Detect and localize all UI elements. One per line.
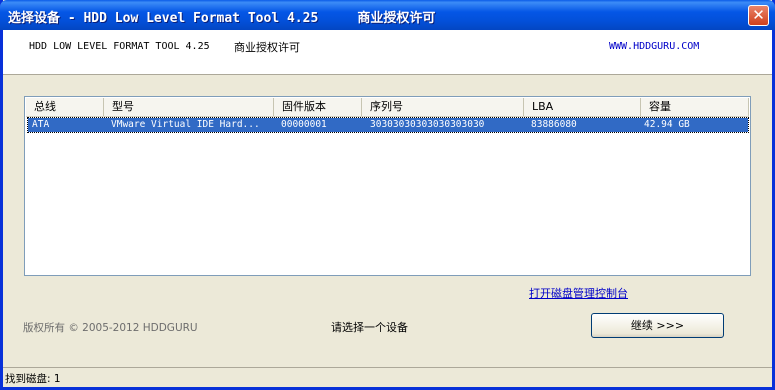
cell-model: VMware Virtual IDE Hard...	[111, 119, 260, 130]
cell-capacity: 42.94 GB	[644, 119, 690, 130]
column-header-firmware[interactable]: 固件版本	[274, 98, 362, 116]
continue-button[interactable]: 继续 >>>	[591, 313, 724, 338]
cell-bus: ATA	[32, 119, 50, 130]
table-row[interactable]: ATA VMware Virtual IDE Hard... 00000001 …	[27, 117, 749, 133]
device-list[interactable]: 总线 型号 固件版本 序列号 LBA 容量 ATA VMware Virtual…	[24, 96, 751, 276]
column-header-row: 总线 型号 固件版本 序列号 LBA 容量	[26, 98, 749, 117]
cell-lba: 83886080	[531, 119, 577, 130]
column-header-lba[interactable]: LBA	[524, 98, 641, 116]
product-name: HDD LOW LEVEL FORMAT TOOL 4.25	[29, 41, 210, 52]
select-device-window: 选择设备 - HDD Low Level Format Tool 4.25 商业…	[0, 0, 775, 390]
cell-serial: 30303030303030303030	[370, 119, 485, 130]
column-header-bus[interactable]: 总线	[26, 98, 104, 116]
column-header-capacity[interactable]: 容量	[641, 98, 749, 116]
status-bar: 找到磁盘: 1	[3, 367, 772, 388]
cell-firmware: 00000001	[281, 119, 327, 130]
header-banner: HDD LOW LEVEL FORMAT TOOL 4.25 商业授权许可 WW…	[3, 30, 772, 75]
license-text: 商业授权许可	[234, 41, 300, 54]
copyright-text: 版权所有 © 2005-2012 HDDGURU	[23, 322, 198, 334]
disk-management-link[interactable]: 打开磁盘管理控制台	[529, 285, 628, 301]
column-header-serial[interactable]: 序列号	[362, 98, 524, 116]
close-button[interactable]: ✕	[748, 5, 769, 26]
select-device-prompt: 请选择一个设备	[331, 321, 408, 334]
disks-found-status: 找到磁盘: 1	[5, 373, 61, 385]
column-header-model[interactable]: 型号	[104, 98, 274, 116]
website-link[interactable]: WWW.HDDGURU.COM	[609, 41, 699, 52]
close-icon: ✕	[752, 6, 765, 24]
title-bar[interactable]: 选择设备 - HDD Low Level Format Tool 4.25 商业…	[0, 0, 775, 30]
window-title: 选择设备 - HDD Low Level Format Tool 4.25 商业…	[8, 11, 436, 26]
